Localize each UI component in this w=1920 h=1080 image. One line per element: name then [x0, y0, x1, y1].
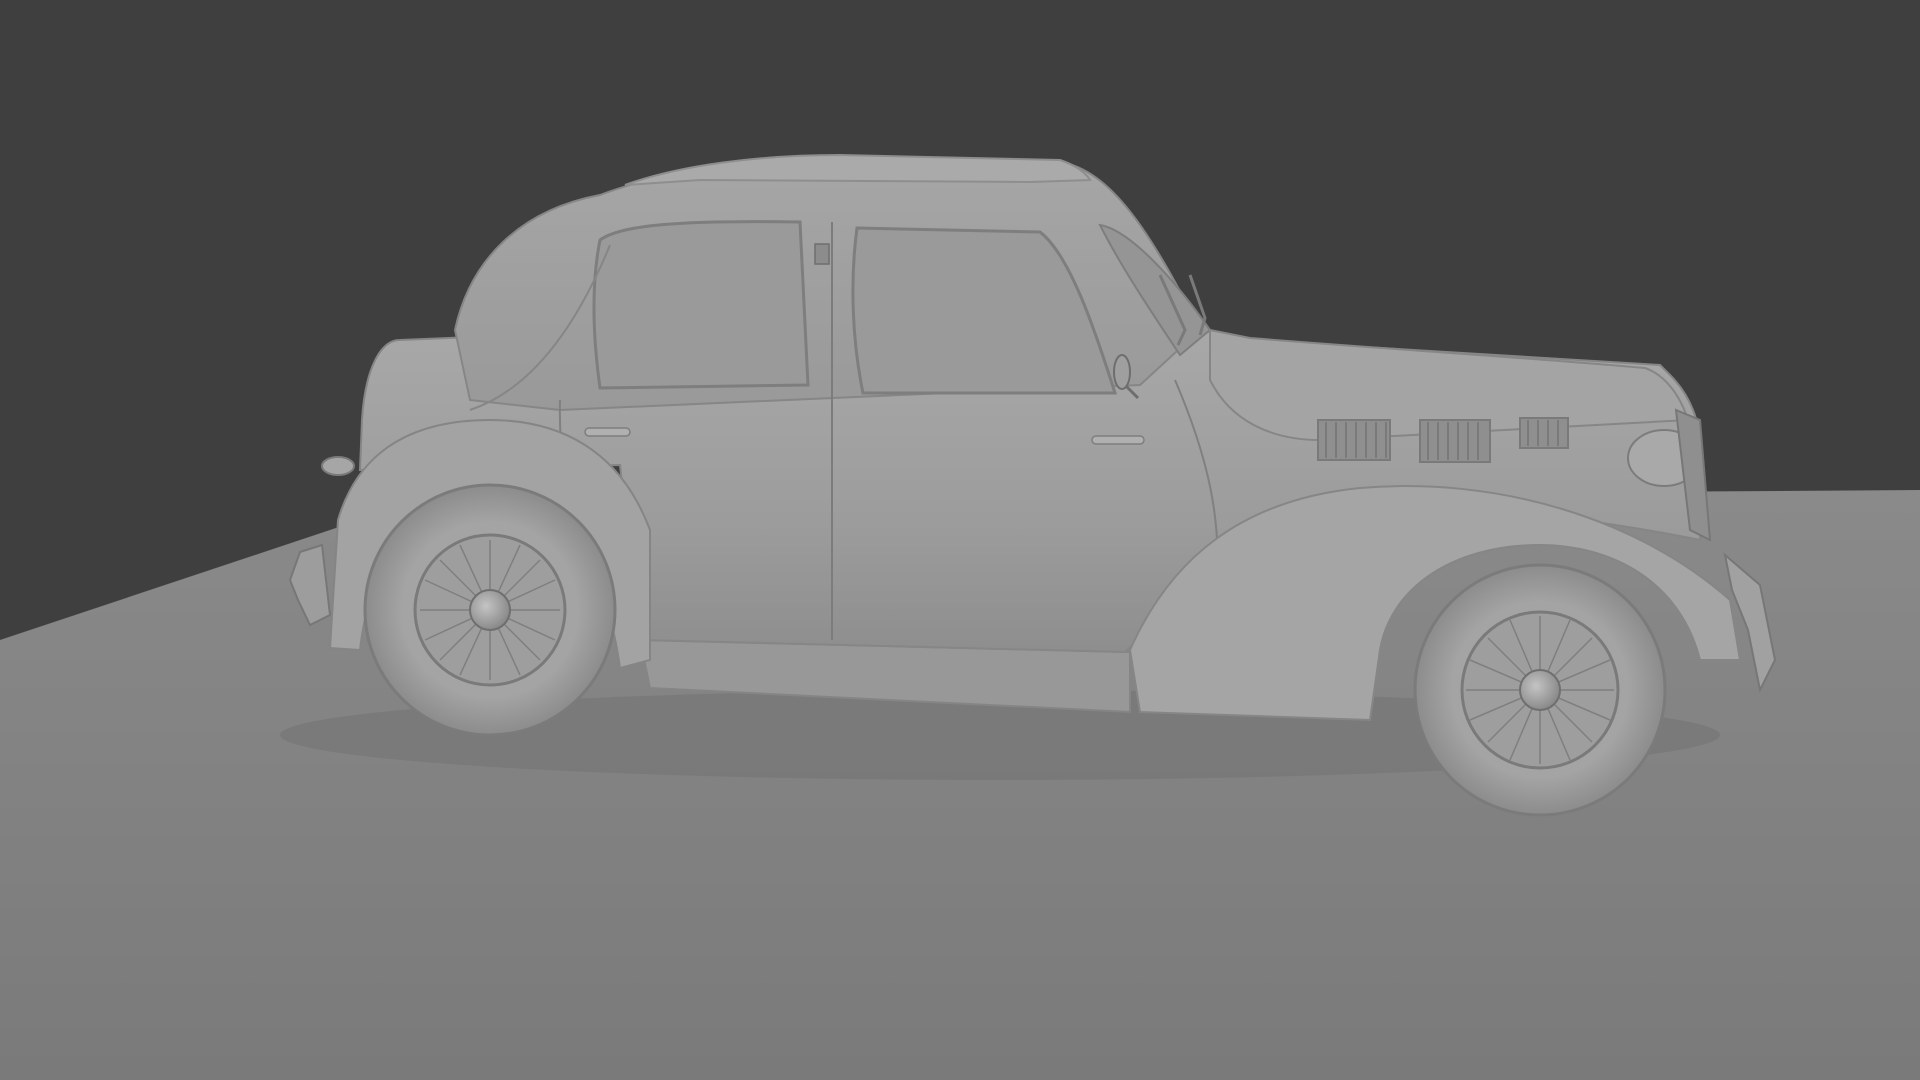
side-mirror: [1113, 354, 1131, 390]
door-lock: [814, 243, 830, 265]
front-wheel: [1413, 563, 1667, 817]
rear-window: [592, 220, 810, 390]
viewport: [0, 0, 1920, 1080]
render-canvas: [0, 0, 1920, 1080]
rear-door-handle: [584, 427, 631, 437]
front-door-handle: [1091, 435, 1145, 445]
tail-lamp: [321, 456, 355, 476]
rear-wheel: [363, 483, 617, 737]
